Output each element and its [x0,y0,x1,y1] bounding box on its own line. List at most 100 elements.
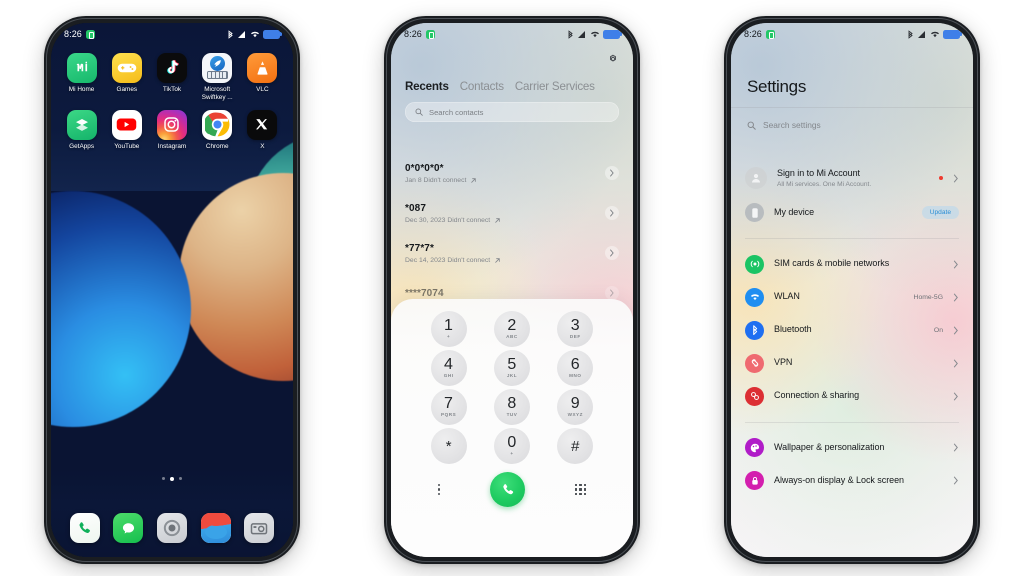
dialpad-key-4[interactable]: 4 GHI [417,350,480,386]
chevron-right-icon [953,476,958,485]
app-label: VLC [256,86,269,93]
getapps-icon [66,109,97,140]
settings-row-sim-cards[interactable]: SIM cards & mobile networks [731,248,973,281]
kebab-menu-icon[interactable] [437,483,441,496]
keypad-grid-icon[interactable] [575,484,587,495]
key-digit: * [445,437,452,455]
wifi-icon [930,31,939,38]
battery-saver-icon [85,29,95,39]
battery-icon [603,29,622,39]
dialpad-key-8[interactable]: 8 TUV [480,389,543,425]
browser-dock-icon[interactable] [156,513,187,543]
settings-group-network: SIM cards & mobile networks WLAN Home-5G [731,243,973,418]
dialer-tabs: Recents Contacts Carrier Services [391,66,633,93]
settings-row-connection-sharing[interactable]: Connection & sharing [731,380,973,413]
search-icon [415,108,423,116]
settings-row-my-device[interactable]: My device Update [731,196,973,229]
app-mi-home[interactable]: Mi Home [59,53,104,102]
settings-row-wlan[interactable]: WLAN Home-5G [731,281,973,314]
dialpad-key-star[interactable]: * [417,428,480,464]
app-x[interactable]: X [240,109,285,151]
call-number: ****7074 [405,287,444,299]
dialpad-key-1[interactable]: 1 + [417,311,480,347]
tab-carrier-services[interactable]: Carrier Services [515,80,595,93]
settings-row-always-on-display[interactable]: Always-on display & Lock screen [731,464,973,497]
phone-dock-icon[interactable] [69,513,100,543]
page-dot[interactable] [161,477,165,481]
key-digit: 7 [444,394,454,412]
app-games[interactable]: Games [104,53,149,102]
tab-recents[interactable]: Recents [405,80,449,93]
chevron-right-icon [953,260,958,268]
call-details-button[interactable] [605,286,619,300]
battery-icon [943,29,962,39]
screen-dialer: 8:26 Recents Contacts Carrier Services S… [391,23,633,557]
page-dot-active[interactable] [170,477,174,481]
key-sub: TUV [506,412,518,418]
screen-home: 8:26 Mi Home Games TikTok Microsoft Swif… [51,23,293,557]
dialpad-key-3[interactable]: 3 DEF [544,311,607,347]
settings-label: SIM cards & mobile networks [774,258,890,269]
status-time: 8:26 [404,29,422,39]
call-details-button[interactable] [605,246,619,260]
call-row[interactable]: 0*0*0*0* Jan 8 Didn't connect [391,153,633,193]
app-tiktok[interactable]: TikTok [149,53,194,102]
camera-dock-icon[interactable] [244,513,275,543]
settings-row-mi-account[interactable]: Sign in to Mi Account All Mi services. O… [731,160,973,196]
dialpad-key-5[interactable]: 5 JKL [480,350,543,386]
sharing-icon [745,386,764,406]
settings-label: My device [774,206,815,217]
call-details-button[interactable] [605,166,619,180]
messages-dock-icon[interactable] [113,513,144,543]
key-digit: 8 [507,394,517,412]
settings-label: WLAN [774,291,800,302]
settings-group-personalization: Wallpaper & personalization Always-on di… [731,426,973,502]
key-sub: GHI [443,373,454,379]
dock [51,513,293,543]
app-instagram[interactable]: Instagram [149,109,194,151]
search-settings-input[interactable]: Search settings [731,107,973,139]
app-vlc[interactable]: VLC [240,53,285,102]
dialpad-key-hash[interactable]: # [544,428,607,464]
sim-icon [745,254,764,274]
settings-row-wallpaper[interactable]: Wallpaper & personalization [731,431,973,464]
wifi-icon [590,31,599,38]
status-time: 8:26 [744,29,762,39]
settings-sublabel: All Mi services. One Mi Account. [777,181,872,189]
app-label: Microsoft Swiftkey ... [201,86,233,101]
chevron-right-icon [953,443,958,452]
call-details-button[interactable] [605,206,619,220]
app-chrome[interactable]: Chrome [195,109,240,151]
app-getapps[interactable]: GetApps [59,109,104,151]
dialpad-key-7[interactable]: 7 PQRS [417,389,480,425]
call-number: 0*0*0*0* [405,162,444,174]
status-bar: 8:26 [391,23,633,45]
settings-list: Sign in to Mi Account All Mi services. O… [731,155,973,557]
chevron-right-icon [953,392,958,400]
chrome-icon [202,109,233,140]
phone-home-screen: 8:26 Mi Home Games TikTok Microsoft Swif… [44,16,300,564]
app-youtube[interactable]: YouTube [104,109,149,151]
app-label: Mi Home [68,86,95,93]
gear-icon[interactable] [606,52,620,66]
app-grid: Mi Home Games TikTok Microsoft Swiftkey … [51,53,293,150]
gallery-dock-icon[interactable] [200,513,231,543]
search-contacts-input[interactable]: Search contacts [405,102,619,122]
status-bar: 8:26 [731,23,973,45]
call-row[interactable]: *087 Dec 30, 2023 Didn't connect [391,193,633,233]
dialpad-key-0[interactable]: 0 + [480,428,543,464]
dialpad-key-9[interactable]: 9 WXYZ [544,389,607,425]
notification-dot [939,176,943,180]
app-microsoft-swiftkey[interactable]: Microsoft Swiftkey ... [195,53,240,102]
settings-row-bluetooth[interactable]: Bluetooth On [731,314,973,347]
bluetooth-icon [908,29,913,39]
dialpad-key-2[interactable]: 2 ABC [480,311,543,347]
dialpad-key-6[interactable]: 6 MNO [544,350,607,386]
screenshot-canvas: 8:26 Mi Home Games TikTok Microsoft Swif… [0,0,1024,576]
tab-contacts[interactable]: Contacts [460,80,504,93]
call-row[interactable]: *77*7* Dec 14, 2023 Didn't connect [391,233,633,273]
call-button[interactable] [490,472,526,507]
update-badge[interactable]: Update [921,206,959,219]
settings-row-vpn[interactable]: VPN [731,347,973,380]
page-dot[interactable] [179,477,183,481]
